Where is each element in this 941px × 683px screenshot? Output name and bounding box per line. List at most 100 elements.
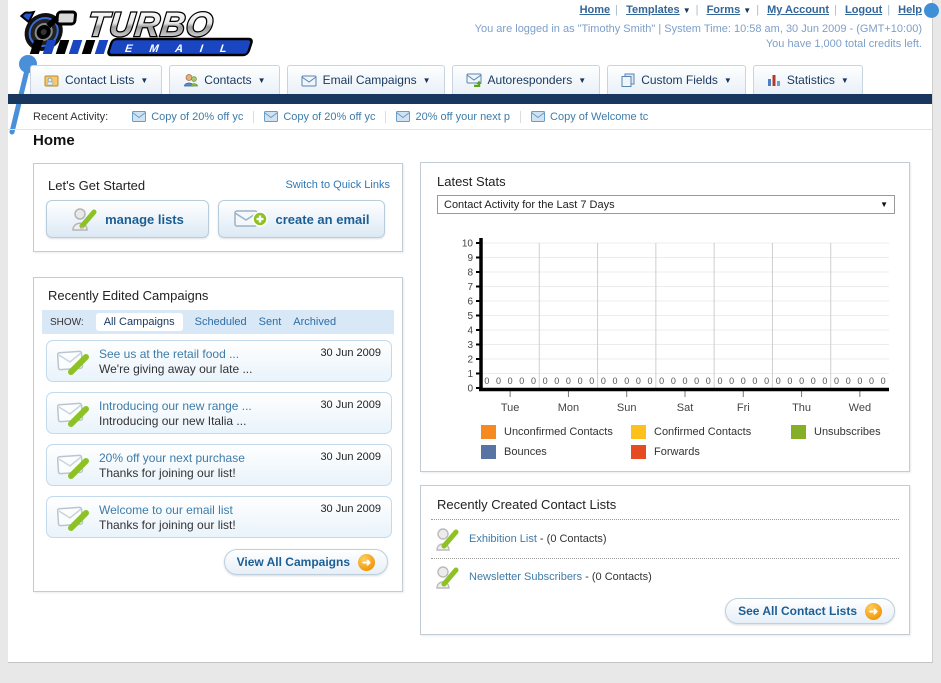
tab-label: Autoresponders [487, 73, 573, 87]
envelope-pencil-icon [57, 350, 89, 375]
tab-contacts[interactable]: Contacts ▼ [169, 65, 280, 94]
switch-quick-links-link[interactable]: Switch to Quick Links [285, 179, 390, 191]
contact-list-name-link[interactable]: Newsletter Subscribers [469, 571, 582, 583]
chevron-down-icon: ▼ [880, 200, 888, 209]
campaign-date: 30 Jun 2009 [320, 399, 381, 411]
filter-sent[interactable]: Sent [259, 316, 282, 328]
svg-text:0: 0 [881, 376, 886, 386]
tab-email-campaigns[interactable]: Email Campaigns ▼ [286, 65, 445, 94]
tab-autoresponders[interactable]: Autoresponders ▼ [451, 65, 601, 94]
chevron-down-icon: ▼ [422, 75, 431, 85]
see-all-contact-lists-button[interactable]: See All Contact Lists ➜ [725, 598, 895, 624]
recent-activity-item[interactable]: 20% off your next p [386, 110, 522, 123]
chevron-down-icon: ▼ [140, 75, 149, 85]
show-label: SHOW: [50, 316, 84, 328]
main-tab-bar: Contact Lists ▼ Contacts ▼ Email Campaigns… [8, 62, 932, 94]
filter-all-campaigns[interactable]: All Campaigns [95, 313, 183, 331]
stats-period-select[interactable]: Contact Activity for the Last 7 Days ▼ [437, 195, 895, 214]
create-email-label: create an email [275, 211, 370, 227]
svg-text:5: 5 [467, 311, 473, 322]
svg-text:0: 0 [484, 376, 489, 386]
latest-stats-panel: Latest Stats Contact Activity for the La… [420, 162, 910, 472]
campaign-row[interactable]: Welcome to our email list Thanks for joi… [46, 496, 392, 538]
legend-label: Unconfirmed Contacts [504, 426, 613, 438]
svg-text:0: 0 [694, 376, 699, 386]
recent-activity-item[interactable]: Copy of 20% off yc [122, 110, 255, 123]
create-email-button[interactable]: create an email [218, 200, 385, 238]
contact-activity-chart: 0 1 2 3 4 5 6 7 8 9 10 0 0 0 0 0 Tue 0 0 0 0 0 Mon 0 0 0 0 0 Sun 0 0 0 0… [445, 235, 893, 425]
nav-my-account-link[interactable]: My Account [767, 4, 829, 16]
legend-label: Bounces [504, 446, 547, 458]
campaign-title-link[interactable]: See us at the retail food ... [99, 347, 239, 361]
filter-archived[interactable]: Archived [293, 316, 336, 328]
campaign-row[interactable]: Introducing our new range ... Introducin… [46, 392, 392, 434]
autoresponders-icon [466, 73, 482, 87]
chart-legend: Unconfirmed Contacts Confirmed Contacts … [481, 425, 921, 459]
help-bubble-icon[interactable] [924, 3, 939, 18]
nav-help-link[interactable]: Help [898, 4, 922, 16]
nav-separator: | [834, 4, 837, 16]
campaign-row[interactable]: See us at the retail food ... We're givi… [46, 340, 392, 382]
filter-scheduled[interactable]: Scheduled [195, 316, 247, 328]
campaign-subtitle: Thanks for joining our list! [99, 466, 236, 480]
contact-pencil-icon [436, 528, 459, 551]
campaigns-panel: Recently Edited Campaigns SHOW: All Camp… [33, 277, 403, 592]
nav-logout-link[interactable]: Logout [845, 4, 882, 16]
legend-label: Unsubscribes [814, 426, 881, 438]
svg-text:0: 0 [717, 376, 722, 386]
svg-text:10: 10 [462, 239, 474, 250]
svg-text:0: 0 [729, 376, 734, 386]
svg-text:0: 0 [624, 376, 629, 386]
envelope-pencil-icon [57, 506, 89, 531]
manage-lists-button[interactable]: manage lists [46, 200, 209, 238]
tab-statistics[interactable]: Statistics ▼ [752, 65, 863, 94]
campaign-title-link[interactable]: Welcome to our email list [99, 503, 233, 517]
statistics-icon [767, 75, 780, 86]
nav-templates-link[interactable]: Templates [626, 4, 680, 16]
stats-select-value: Contact Activity for the Last 7 Days [444, 198, 615, 211]
svg-text:0: 0 [787, 376, 792, 386]
contact-list-name-link[interactable]: Exhibition List [469, 533, 537, 545]
envelope-icon [531, 111, 546, 122]
svg-text:Sat: Sat [677, 402, 694, 414]
see-all-contact-lists-label: See All Contact Lists [738, 604, 857, 618]
recent-activity-label: Recent Activity: [33, 110, 109, 123]
contact-list-count: - (0 Contacts) [536, 533, 607, 545]
contact-list-row[interactable]: Newsletter Subscribers - (0 Contacts) [435, 564, 652, 590]
tab-contact-lists[interactable]: Contact Lists ▼ [30, 65, 163, 94]
svg-text:0: 0 [752, 376, 757, 386]
svg-text:1: 1 [467, 369, 473, 380]
campaign-row[interactable]: 20% off your next purchase Thanks for jo… [46, 444, 392, 486]
chevron-down-icon: ▼ [257, 75, 266, 85]
svg-text:9: 9 [467, 253, 473, 264]
svg-text:0: 0 [869, 376, 874, 386]
chevron-down-icon: ▼ [578, 75, 587, 85]
svg-text:4: 4 [467, 326, 473, 337]
recent-activity-item[interactable]: Copy of 20% off yc [254, 110, 387, 123]
contact-list-row[interactable]: Exhibition List - (0 Contacts) [435, 526, 607, 552]
svg-text:0: 0 [554, 376, 559, 386]
nav-separator: | [695, 4, 699, 16]
chevron-down-icon: ▼ [682, 6, 691, 15]
nav-separator: | [756, 4, 760, 16]
main-content-area: E M A I L TURBO Home | Templates ▼ | Forms… [8, 0, 939, 663]
legend-item: Bounces [481, 445, 631, 459]
nav-home-link[interactable]: Home [580, 4, 611, 16]
recent-activity-item[interactable]: Copy of Welcome tc [521, 111, 658, 123]
campaign-title-link[interactable]: Introducing our new range ... [99, 399, 252, 413]
contact-lists-title: Recently Created Contact Lists [437, 497, 617, 512]
svg-text:0: 0 [601, 376, 606, 386]
svg-text:2: 2 [467, 355, 473, 366]
tab-label: Contact Lists [65, 73, 135, 87]
svg-text:Mon: Mon [558, 402, 579, 414]
legend-swatch-forwards [631, 445, 646, 459]
envelope-pencil-icon [57, 402, 89, 427]
tab-custom-fields[interactable]: Custom Fields ▼ [607, 65, 746, 94]
legend-item: Forwards [631, 445, 791, 459]
login-info: You are logged in as "Timothy Smith" | S… [475, 22, 922, 52]
svg-text:0: 0 [776, 376, 781, 386]
svg-text:8: 8 [467, 268, 473, 279]
view-all-campaigns-button[interactable]: View All Campaigns ➜ [223, 549, 388, 575]
nav-forms-link[interactable]: Forms [707, 4, 741, 16]
campaign-title-link[interactable]: 20% off your next purchase [99, 451, 245, 465]
